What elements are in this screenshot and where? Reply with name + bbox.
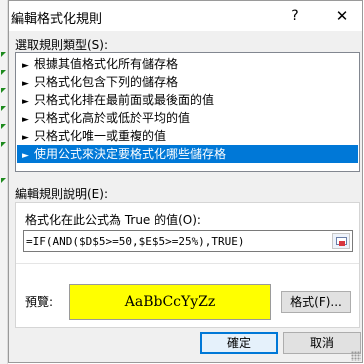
error-indicator-icon — [1, 106, 6, 111]
rule-type-item[interactable]: ► 只格式化唯一或重複的值 — [17, 127, 358, 145]
error-indicator-icon — [1, 70, 6, 75]
rule-type-item-label: 根據其值格式化所有儲存格 — [34, 57, 179, 71]
rule-type-item-label: 只格式化高於或低於平均的值 — [34, 111, 191, 125]
divider — [16, 263, 359, 264]
error-indicator-icon — [1, 178, 6, 183]
rule-type-item[interactable]: ► 只格式化排在最前面或最後面的值 — [17, 91, 358, 109]
collapse-dialog-icon[interactable] — [332, 233, 350, 249]
rule-type-item-label: 只格式化排在最前面或最後面的值 — [34, 93, 215, 107]
rule-type-item[interactable]: ► 根據其值格式化所有儲存格 — [17, 55, 358, 73]
range-arrow-shape — [339, 241, 345, 246]
formula-label: 格式化在此公式為 True 的值(O): — [25, 213, 201, 227]
rule-type-item[interactable]: ► 只格式化包含下列的儲存格 — [17, 73, 358, 91]
ok-button[interactable]: 確定 — [200, 332, 278, 354]
triangle-right-icon: ► — [22, 151, 29, 161]
title-bar[interactable]: 編輯格式化規則 ? ✕ — [9, 1, 362, 31]
error-indicator-icon — [1, 88, 6, 93]
formula-field[interactable] — [23, 230, 353, 252]
rule-type-list[interactable]: ► 根據其值格式化所有儲存格 ► 只格式化包含下列的儲存格 ► 只格式化排在最前面或最… — [15, 52, 360, 172]
rule-type-item-label: 使用公式來決定要格式化哪些儲存格 — [34, 147, 227, 161]
edit-formatting-rule-dialog: 編輯格式化規則 ? ✕ 選取規則類型(S): ► 根據其值格式化所有儲存格 ► 只格… — [8, 0, 363, 363]
rule-type-label: 選取規則類型(S): — [15, 38, 109, 52]
rule-type-item-selected[interactable]: ► 使用公式來決定要格式化哪些儲存格 — [17, 145, 358, 163]
rule-description-label: 編輯規則說明(E): — [15, 187, 108, 201]
rule-type-item-label: 只格式化唯一或重複的值 — [34, 129, 167, 143]
rule-type-item-label: 只格式化包含下列的儲存格 — [34, 75, 179, 89]
question-mark-icon[interactable]: ? — [284, 5, 306, 27]
close-icon[interactable]: ✕ — [331, 5, 353, 27]
error-indicator-icon — [1, 142, 6, 147]
preview-label: 預覽: — [25, 295, 54, 309]
formula-input[interactable] — [26, 232, 326, 250]
resize-grip-icon[interactable] — [351, 351, 361, 361]
rule-type-item[interactable]: ► 只格式化高於或低於平均的值 — [17, 109, 358, 127]
format-button[interactable]: 格式(F)... — [281, 291, 351, 313]
error-indicator-icon — [1, 52, 6, 57]
worksheet-edge — [0, 0, 8, 364]
rule-description-panel: 格式化在此公式為 True 的值(O): 預覽: AaBbCcYyZz 格式(F… — [15, 202, 360, 328]
dialog-title: 編輯格式化規則 — [11, 12, 103, 27]
format-preview: AaBbCcYyZz — [69, 284, 271, 320]
error-indicator-icon — [1, 124, 6, 129]
cancel-button[interactable]: 取消 — [283, 332, 361, 354]
